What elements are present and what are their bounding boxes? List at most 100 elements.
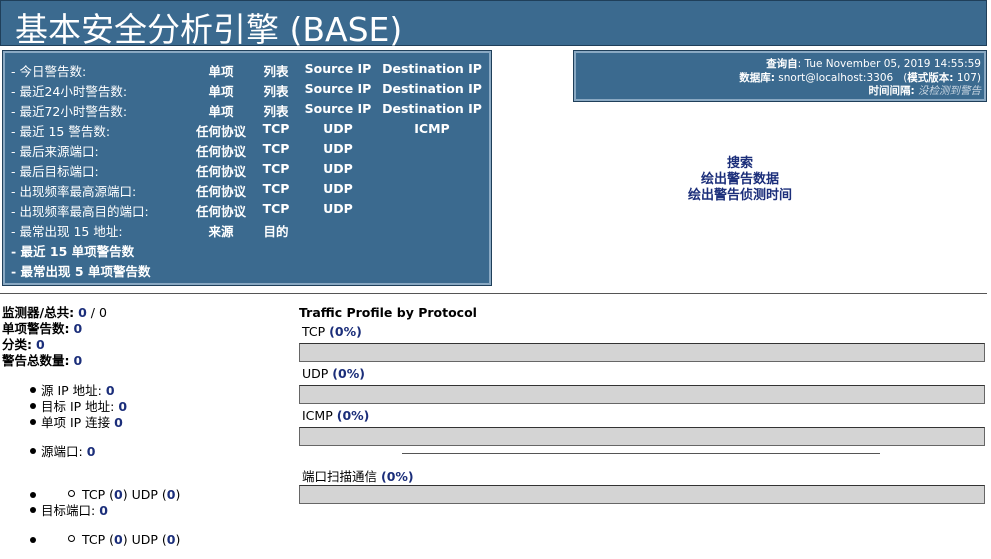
divider [0, 293, 987, 294]
alert-row-link[interactable]: TCP [263, 121, 290, 136]
alert-row-link[interactable]: 目的 [263, 221, 288, 240]
dst-ip-line: 目标 IP 地址: 0 [41, 399, 128, 414]
src-port-protocols: TCP (0) UDP (0) [82, 487, 181, 502]
src-ip-line: 源 IP 地址: 0 [41, 383, 115, 398]
alert-row-link[interactable]: Source IP [305, 61, 372, 76]
alert-row-link[interactable]: ICMP [414, 121, 449, 136]
alert-row-link[interactable]: Destination IP [382, 61, 482, 76]
alert-row-link[interactable]: 单项 [208, 101, 233, 120]
graph-links: 搜索 绘出警告数据 绘出警告侦测时间 [640, 156, 840, 204]
alert-row-link[interactable]: Source IP [305, 101, 372, 116]
circle-bullet-icon [68, 535, 75, 542]
alert-row-link[interactable]: UDP [323, 141, 353, 156]
unique-ip-line: 单项 IP 连接 0 [41, 415, 123, 430]
alert-row-link[interactable]: UDP [323, 201, 353, 216]
alert-row-link[interactable]: 任何协议 [196, 181, 246, 200]
sensors-line: 监测器/总共: 0 / 0 [2, 305, 107, 320]
graph-alert-data-link[interactable]: 绘出警告数据 [640, 172, 840, 188]
alert-row-label: - 最近 15 警告数: [11, 124, 111, 139]
alert-row-link[interactable]: 列表 [263, 81, 288, 100]
portscan-progress-bar [299, 485, 985, 504]
search-link[interactable]: 搜索 [640, 156, 840, 172]
alert-row-label: - 出现频率最高目的端口: [11, 204, 149, 219]
time-window-line: 时间间隔: 没检测到警告 [868, 85, 981, 97]
page-header: 基本安全分析引擎 (BASE) [0, 0, 987, 49]
categories-line: 分类: 0 [2, 337, 45, 352]
dst-ip-count[interactable]: 0 [118, 399, 127, 414]
dst-tcp-count[interactable]: 0 [114, 532, 123, 547]
icmp-percent-link[interactable]: (0%) [337, 408, 370, 423]
dst-port-protocols: TCP (0) UDP (0) [82, 532, 181, 547]
bullet-icon [30, 387, 36, 393]
sensors-total: 0 [98, 305, 107, 320]
queried-time: : Tue November 05, 2019 14:55:59 [797, 58, 981, 70]
dst-port-line: 目标端口: 0 [41, 503, 108, 518]
portscan-profile-label: 端口扫描通信 (0%) [302, 469, 414, 484]
alert-row-link[interactable]: - 最近 15 单项警告数 [11, 241, 134, 260]
alert-row-link[interactable]: UDP [323, 181, 353, 196]
bullet-icon [30, 537, 36, 543]
alert-row-link[interactable]: Source IP [305, 81, 372, 96]
src-tcp-count[interactable]: 0 [114, 487, 123, 502]
portscan-percent-link[interactable]: (0%) [381, 469, 414, 484]
bullet-icon [30, 403, 36, 409]
src-ip-count[interactable]: 0 [106, 383, 115, 398]
categories-count[interactable]: 0 [36, 337, 45, 352]
alert-row-link[interactable]: 列表 [263, 101, 288, 120]
sensors-count[interactable]: 0 [78, 305, 87, 320]
profile-separator [402, 453, 880, 454]
alert-row-link[interactable]: TCP [263, 201, 290, 216]
alert-row-link[interactable]: 单项 [208, 61, 233, 80]
udp-percent-link[interactable]: (0%) [332, 366, 365, 381]
alert-row-link[interactable]: UDP [323, 161, 353, 176]
alert-row-link[interactable]: 任何协议 [196, 141, 246, 160]
unique-alerts-line: 单项警告数: 0 [2, 321, 83, 336]
query-info-panel: 查询自: Tue November 05, 2019 14:55:59 数据库:… [573, 50, 987, 102]
alert-row-link[interactable]: 单项 [208, 81, 233, 100]
alert-row-link[interactable]: 任何协议 [196, 201, 246, 220]
unique-ip-count[interactable]: 0 [114, 415, 123, 430]
dst-port-count[interactable]: 0 [99, 503, 108, 518]
unique-alerts-count[interactable]: 0 [73, 321, 82, 336]
total-alerts-count[interactable]: 0 [73, 353, 82, 368]
alert-row-link[interactable]: 任何协议 [196, 121, 246, 140]
alert-row-label: - 最近24小时警告数: [11, 84, 128, 99]
total-alerts-line: 警告总数量: 0 [2, 353, 83, 368]
alert-row-label: - 最常出现 15 地址: [11, 224, 123, 239]
alert-row-link[interactable]: UDP [323, 121, 353, 136]
icmp-progress-bar [299, 427, 985, 446]
udp-profile-label: UDP (0%) [302, 366, 365, 381]
alert-row-link[interactable]: 来源 [208, 221, 233, 240]
bullet-icon [30, 492, 36, 498]
alert-row-link[interactable]: 任何协议 [196, 161, 246, 180]
alert-row-link[interactable]: TCP [263, 141, 290, 156]
alert-row-link[interactable]: Destination IP [382, 81, 482, 96]
graph-alert-time-link[interactable]: 绘出警告侦测时间 [640, 188, 840, 204]
page-title: 基本安全分析引擎 (BASE) [15, 10, 403, 49]
src-port-line: 源端口: 0 [41, 444, 96, 459]
alert-row-link[interactable]: TCP [263, 181, 290, 196]
alert-row-label: - 最后来源端口: [11, 144, 99, 159]
traffic-profile-title: Traffic Profile by Protocol [299, 305, 477, 320]
udp-progress-bar [299, 385, 985, 404]
tcp-profile-label: TCP (0%) [302, 324, 362, 339]
alert-row-label: - 出现频率最高源端口: [11, 184, 137, 199]
alert-row-label: - 今日警告数: [11, 64, 87, 79]
tcp-percent-link[interactable]: (0%) [329, 324, 362, 339]
alert-row-link[interactable]: TCP [263, 161, 290, 176]
alert-row-label: - 最近72小时警告数: [11, 104, 128, 119]
sensors-link[interactable]: 监测器/总共: [2, 305, 74, 320]
alert-summary-panel: - 今日警告数: 单项 列表 Source IP Destination IP - 最近2… [2, 50, 492, 286]
bullet-icon [30, 419, 36, 425]
alert-row-label: - 最后目标端口: [11, 164, 99, 179]
bullet-icon [30, 448, 36, 454]
alert-row-link[interactable]: 列表 [263, 61, 288, 80]
icmp-profile-label: ICMP (0%) [302, 408, 370, 423]
bullet-icon [30, 507, 36, 513]
circle-bullet-icon [68, 490, 75, 497]
alert-row-link[interactable]: - 最常出现 5 单项警告数 [11, 261, 150, 280]
time-window-value: 没检测到警告 [914, 85, 981, 97]
alert-row-link[interactable]: Destination IP [382, 101, 482, 116]
tcp-progress-bar [299, 343, 985, 362]
src-port-count[interactable]: 0 [87, 444, 96, 459]
